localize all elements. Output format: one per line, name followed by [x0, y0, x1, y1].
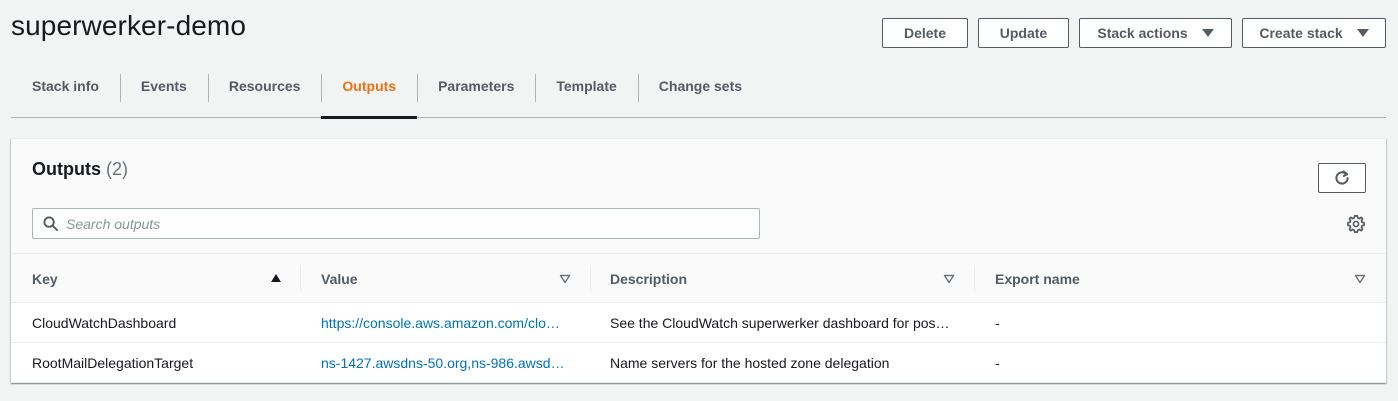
cell-key: CloudWatchDashboard	[32, 303, 292, 343]
outputs-table-header: Key Value Description Export name	[11, 254, 1386, 303]
refresh-icon	[1335, 170, 1349, 185]
page-title: superwerker-demo	[11, 10, 247, 41]
stack-actions-label: Stack actions	[1097, 25, 1188, 41]
column-divider	[590, 266, 591, 291]
cell-key-text: RootMailDelegationTarget	[32, 355, 194, 371]
cell-export-name-text: -	[995, 355, 1000, 371]
column-header-export-name[interactable]: Export name	[995, 254, 1080, 303]
sort-ascending-icon[interactable]	[270, 273, 282, 283]
gear-icon[interactable]	[1347, 215, 1365, 233]
sort-caret-icon[interactable]	[943, 274, 955, 284]
tab-events[interactable]: Events	[119, 72, 208, 118]
column-header-label: Key	[32, 270, 58, 287]
outputs-title-text: Outputs	[32, 159, 101, 179]
update-button[interactable]: Update	[978, 18, 1069, 48]
output-value-link[interactable]: ns-1427.awsdns-50.org,ns-986.awsd…	[321, 355, 565, 371]
search-field	[32, 208, 760, 239]
cell-export-name: -	[995, 303, 1355, 343]
cell-description: Name servers for the hosted zone delegat…	[610, 343, 960, 383]
tab-label: Parameters	[438, 78, 515, 94]
column-header-label: Export name	[995, 270, 1080, 287]
tab-label: Stack info	[32, 78, 99, 94]
column-header-label: Description	[610, 270, 688, 287]
delete-button[interactable]: Delete	[882, 18, 968, 48]
cell-description: See the CloudWatch superwerker dashboard…	[610, 303, 960, 343]
update-button-label: Update	[999, 25, 1048, 41]
create-stack-dropdown[interactable]: Create stack	[1242, 18, 1386, 48]
stack-actions-dropdown[interactable]: Stack actions	[1079, 18, 1232, 48]
tab-label: Outputs	[342, 78, 397, 94]
tab-parameters[interactable]: Parameters	[417, 72, 535, 118]
column-header-key[interactable]: Key	[32, 254, 58, 303]
refresh-button[interactable]	[1318, 163, 1366, 193]
column-header-description[interactable]: Description	[610, 254, 687, 303]
outputs-title: Outputs (2)	[32, 159, 128, 180]
caret-down-icon	[1356, 29, 1369, 37]
column-divider	[300, 266, 301, 291]
cell-value: https://console.aws.amazon.com/clo…	[321, 303, 571, 343]
tab-outputs[interactable]: Outputs	[321, 72, 417, 119]
cell-key-text: CloudWatchDashboard	[32, 315, 177, 331]
cell-export-name-text: -	[995, 315, 1000, 331]
tab-label: Template	[556, 78, 617, 94]
table-row: RootMailDelegationTarget ns-1427.awsdns-…	[11, 343, 1386, 383]
caret-down-icon	[1201, 29, 1214, 37]
tab-stack-info[interactable]: Stack info	[11, 72, 120, 118]
column-header-value[interactable]: Value	[321, 254, 358, 303]
tab-label: Resources	[228, 78, 301, 94]
column-header-label: Value	[321, 270, 358, 287]
tab-template[interactable]: Template	[535, 72, 637, 118]
tab-resources[interactable]: Resources	[207, 72, 322, 118]
table-row: CloudWatchDashboard https://console.aws.…	[11, 303, 1386, 343]
output-value-link[interactable]: https://console.aws.amazon.com/clo…	[321, 315, 560, 331]
cell-description-text: See the CloudWatch superwerker dashboard…	[610, 315, 950, 331]
tab-label: Events	[140, 78, 187, 94]
cell-value: ns-1427.awsdns-50.org,ns-986.awsd…	[321, 343, 571, 383]
delete-button-label: Delete	[903, 25, 947, 41]
sort-caret-icon[interactable]	[1354, 274, 1366, 284]
cell-key: RootMailDelegationTarget	[32, 343, 292, 383]
outputs-panel: Outputs (2) Search outputs Key Value Des…	[11, 138, 1386, 383]
cloudformation-stack-page: superwerker-demo Delete Update Stack act…	[0, 0, 1398, 401]
tab-change-sets[interactable]: Change sets	[637, 72, 763, 118]
outputs-panel-header: Outputs (2)	[11, 139, 1386, 254]
stack-actions-toolbar: Delete Update Stack actions Create stack	[882, 18, 1386, 48]
cell-export-name: -	[995, 343, 1355, 383]
outputs-count: (2)	[106, 159, 129, 179]
sort-caret-icon[interactable]	[559, 274, 571, 284]
stack-tabs: Stack info Events Resources Outputs Para…	[11, 72, 1386, 119]
column-divider	[974, 266, 975, 291]
cell-description-text: Name servers for the hosted zone delegat…	[610, 355, 890, 371]
tab-label: Change sets	[658, 78, 743, 94]
create-stack-label: Create stack	[1259, 25, 1343, 41]
search-input[interactable]	[66, 209, 746, 238]
search-icon	[43, 216, 58, 231]
